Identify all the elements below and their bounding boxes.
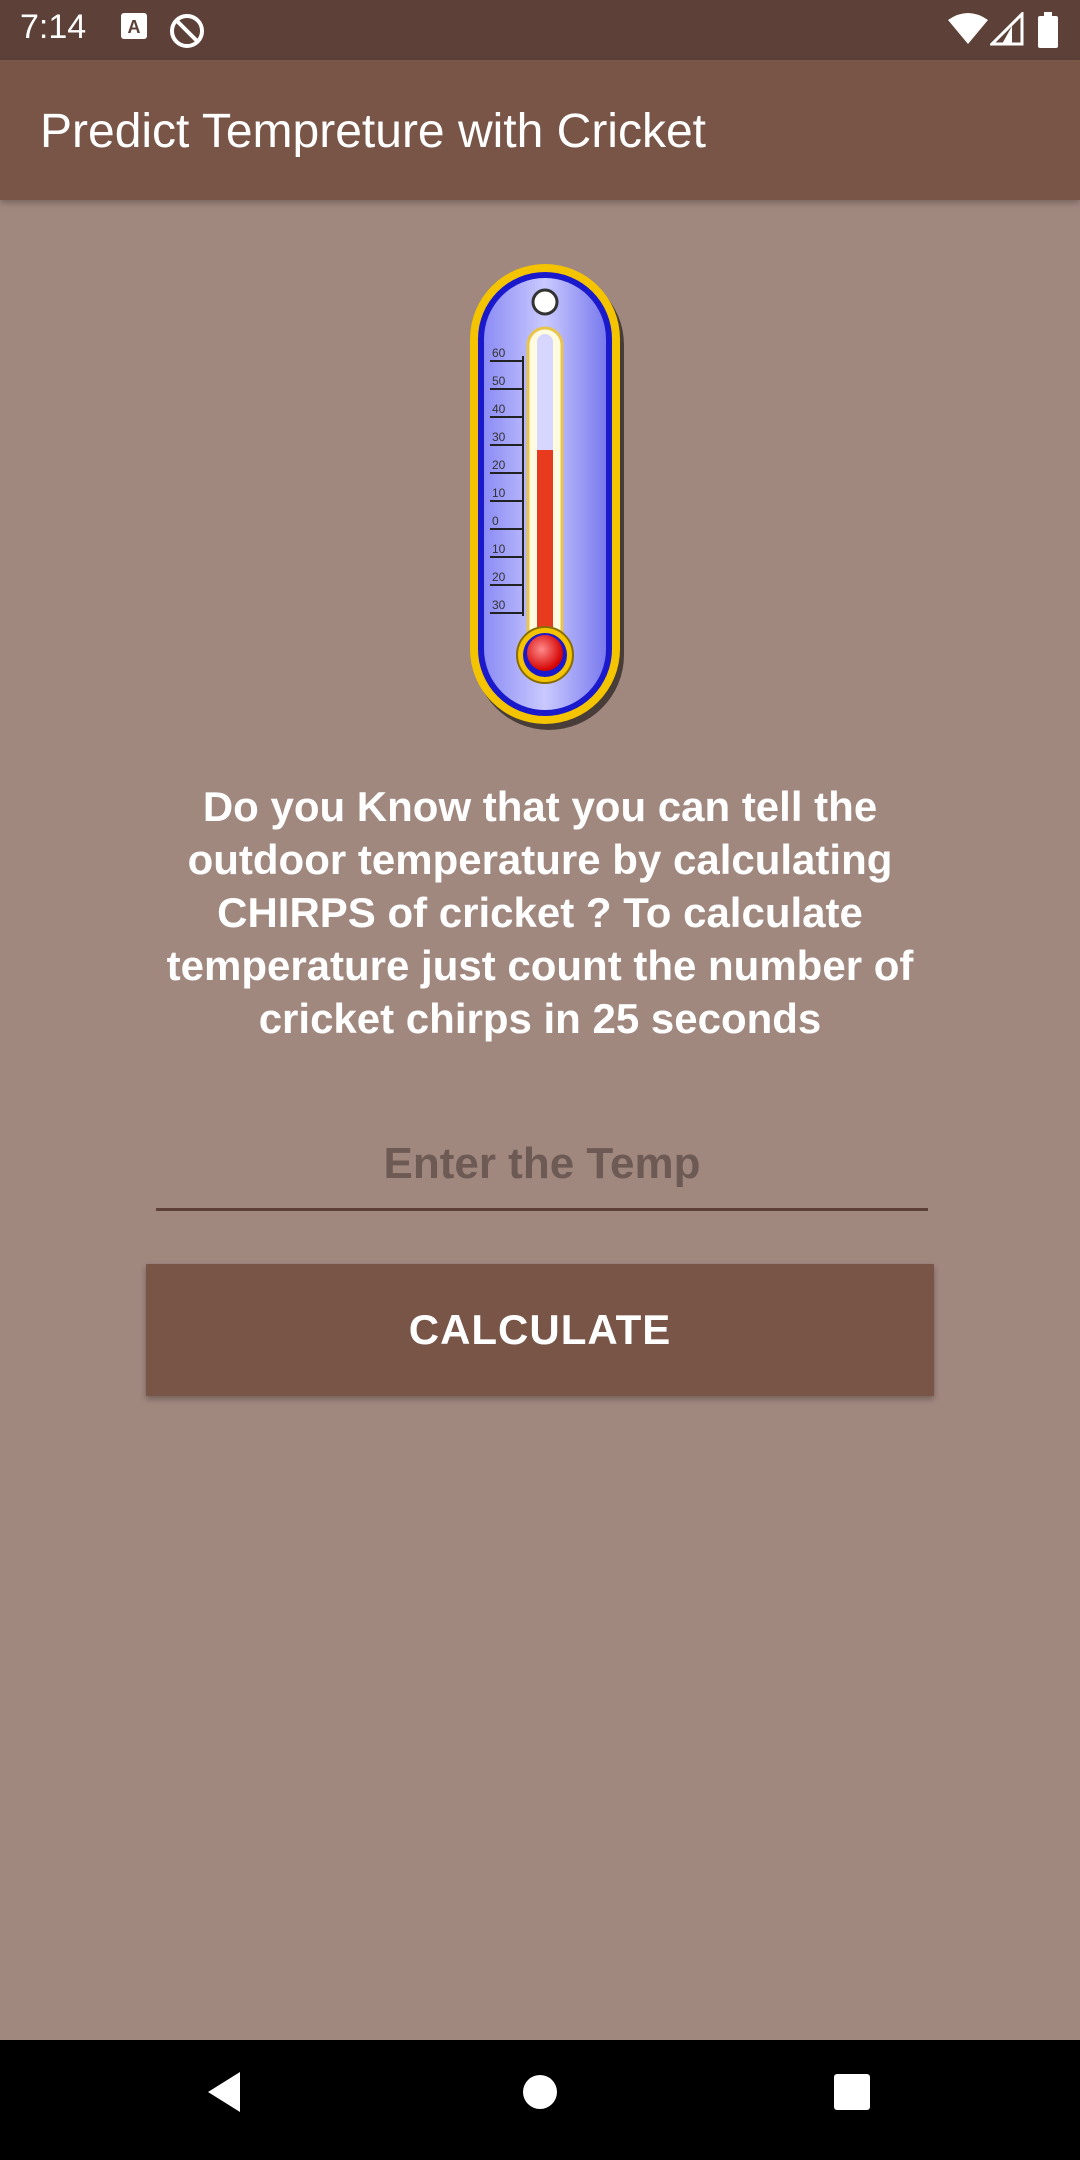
app-title: Predict Tempreture with Cricket — [40, 105, 706, 158]
scale-label: 60 — [492, 346, 506, 360]
svg-text:A: A — [128, 17, 141, 37]
scale-label: 10 — [492, 486, 506, 500]
scale-label: 30 — [492, 598, 506, 612]
wifi-icon — [948, 12, 988, 51]
navigation-bar — [0, 2040, 1080, 2160]
recents-icon[interactable] — [832, 2070, 872, 2119]
scale-label: 10 — [492, 542, 506, 556]
app-bar: Predict Tempreture with Cricket — [0, 60, 1080, 200]
a-notification-icon: A — [120, 12, 148, 45]
sync-disabled-icon — [168, 12, 206, 55]
scale-label: 30 — [492, 430, 506, 444]
battery-icon — [1038, 12, 1058, 53]
temp-input[interactable] — [156, 1120, 928, 1211]
scale-label: 20 — [492, 458, 506, 472]
back-icon[interactable] — [204, 2070, 244, 2119]
status-bar: 7:14 A — [0, 0, 1080, 60]
scale-label: 20 — [492, 570, 506, 584]
signal-icon — [988, 10, 1024, 51]
info-text: Do you Know that you can tell the outdoo… — [166, 783, 914, 1042]
calculate-button[interactable]: CALCULATE — [146, 1264, 934, 1396]
scale-label: 0 — [492, 514, 499, 528]
status-time: 7:14 — [20, 8, 87, 46]
scale-label: 40 — [492, 402, 506, 416]
scale-label: 50 — [492, 374, 506, 388]
thermometer-image: 60 50 40 30 20 10 0 10 20 30 — [470, 264, 624, 730]
home-icon[interactable] — [520, 2070, 560, 2119]
